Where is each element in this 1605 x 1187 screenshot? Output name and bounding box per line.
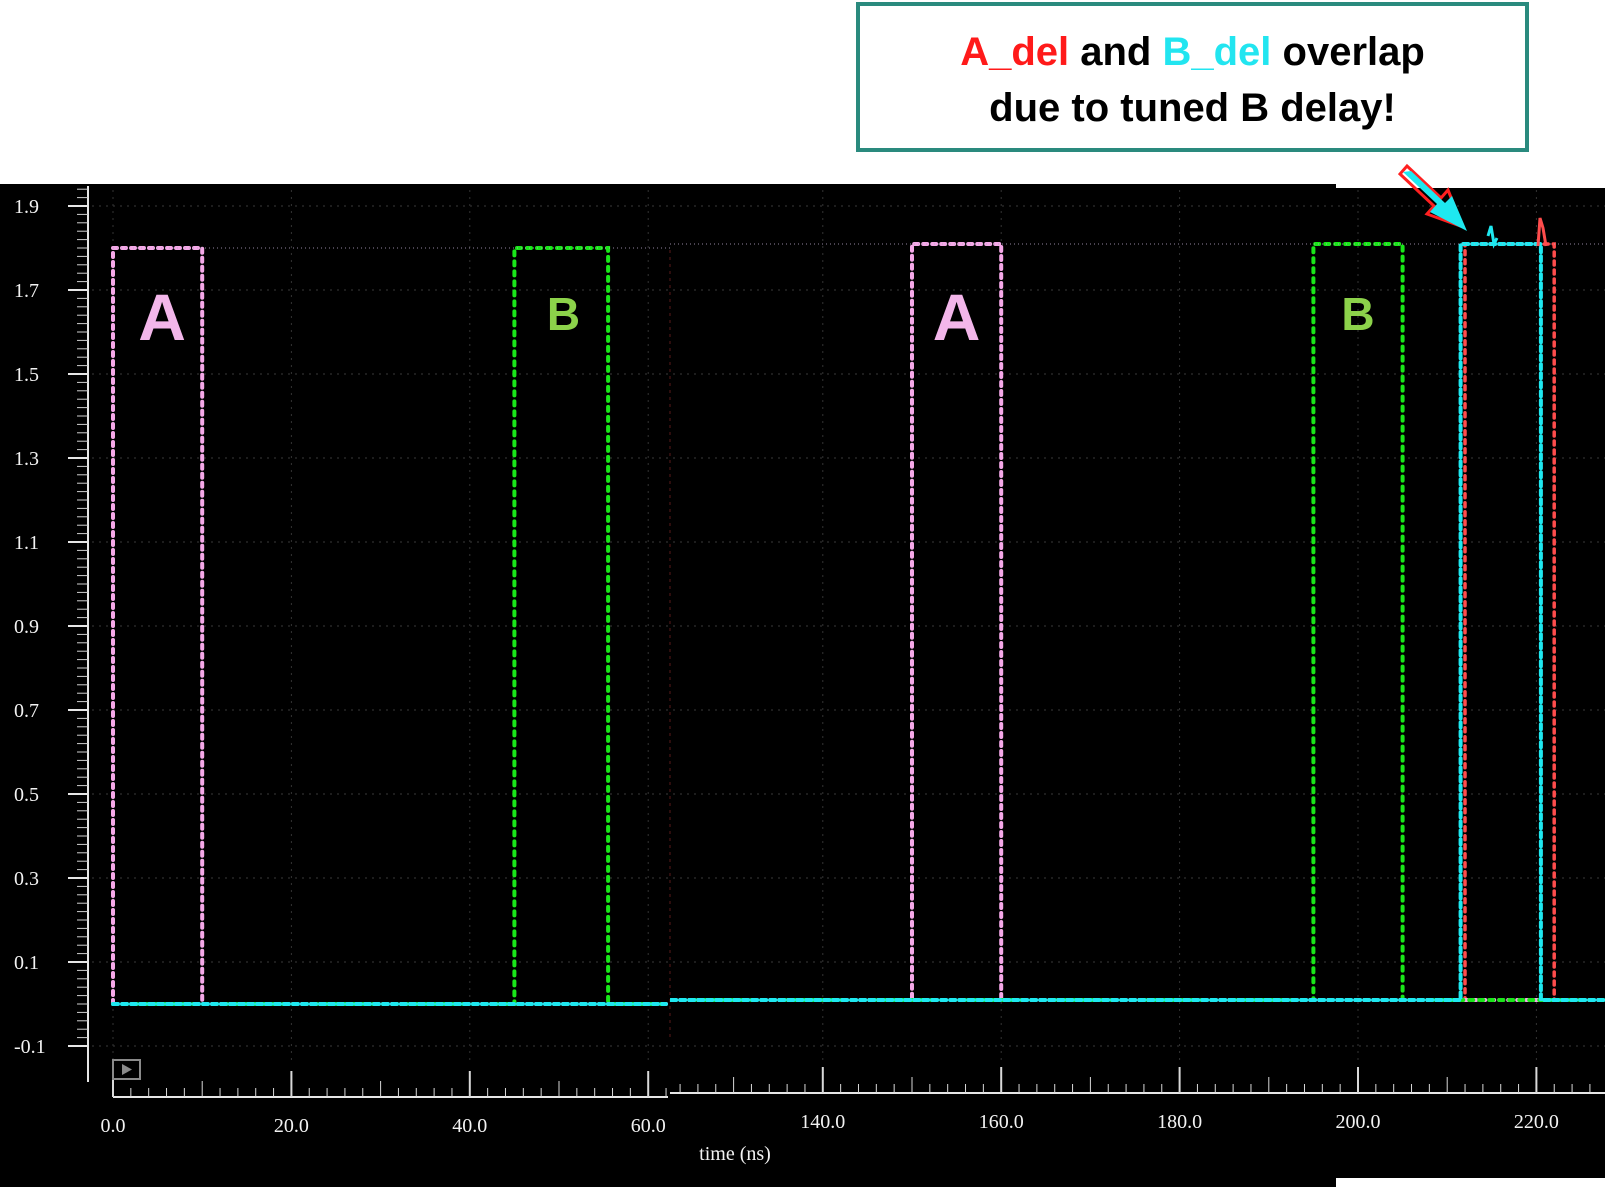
x-tick-label: 0.0 [101,1115,126,1137]
x-tick-label: 200.0 [1336,1111,1381,1133]
y-tick-label: 0.5 [14,784,39,806]
x-tick-label: 220.0 [1514,1111,1559,1133]
y-tick-label: 0.3 [14,868,39,890]
x-axis-label: time (ns) [699,1143,771,1165]
y-tick-label: 0.9 [14,616,39,638]
y-tick-label: 1.1 [14,532,39,554]
y-tick-label: -0.1 [14,1036,46,1058]
segment-label-B: B [1341,288,1374,340]
y-tick-label: 1.3 [14,448,39,470]
y-tick-label: 1.5 [14,364,39,386]
x-tick-label: 60.0 [631,1115,666,1137]
y-tick-label: 1.9 [14,196,39,218]
segment-label-A: A [138,280,186,354]
x-tick-label: 160.0 [979,1111,1024,1133]
y-tick-label: 1.7 [14,280,39,302]
segment-label-B: B [547,288,580,340]
segment-label-A: A [933,280,981,354]
x-tick-label: 20.0 [274,1115,309,1137]
x-tick-label: 140.0 [800,1111,845,1133]
y-tick-label: 0.7 [14,700,39,722]
waveform-chart: 1.9 1.7 1.5 1.3 1.1 0.9 0.7 0.5 0.3 0.1 -0.1 0.0 20.… [0,163,1605,1187]
plot-background-mid [670,184,1336,1187]
plot-background-right [1334,188,1605,1178]
x-tick-label: 40.0 [452,1115,487,1137]
x-tick-label: 180.0 [1157,1111,1202,1133]
y-tick-label: 0.1 [14,952,39,974]
